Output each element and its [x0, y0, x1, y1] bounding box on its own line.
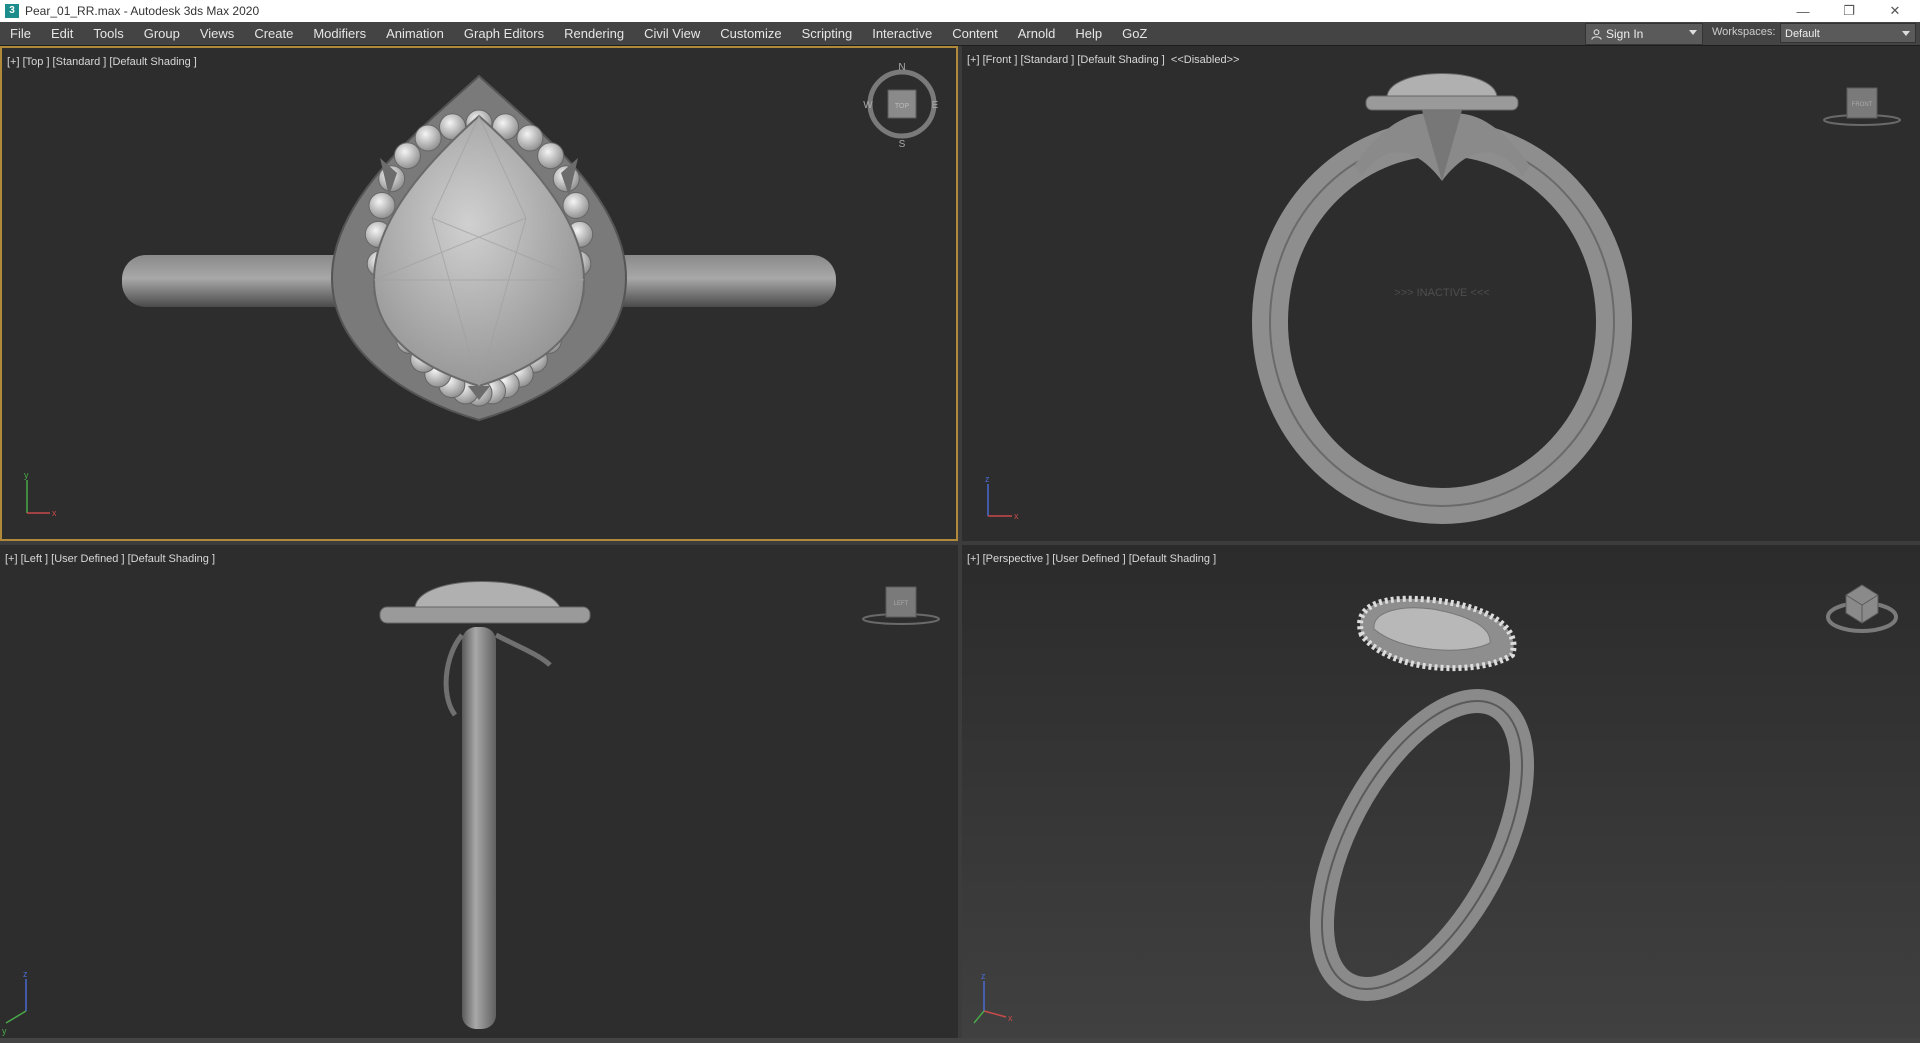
axis-z-label: z — [23, 969, 28, 979]
menu-modifiers[interactable]: Modifiers — [303, 22, 376, 45]
minimize-icon[interactable]: — — [1780, 0, 1826, 22]
menu-arnold[interactable]: Arnold — [1008, 22, 1066, 45]
center-stone-side — [414, 581, 561, 608]
axis-x-label: x — [1014, 511, 1019, 521]
halo-stone — [368, 192, 396, 219]
viewport-label-top[interactable]: [+] [Top ] [Standard ] [Default Shading … — [7, 56, 197, 68]
sign-in-dropdown[interactable]: Sign In — [1585, 23, 1703, 45]
menu-edit[interactable]: Edit — [41, 22, 83, 45]
workspaces-label: Workspaces: — [1712, 26, 1776, 38]
menu-views[interactable]: Views — [190, 22, 244, 45]
svg-text:N: N — [898, 62, 905, 73]
perspective-view-ring-render: z x — [973, 584, 1898, 1024]
left-view-ring-render: z y LEFT — [2, 581, 940, 1036]
svg-text:E: E — [932, 100, 939, 111]
window-title-bar: 3 Pear_01_RR.max - Autodesk 3ds Max 2020… — [0, 0, 1920, 22]
viewport-perspective[interactable]: z x [+] [Perspective ] [User Defined ] [… — [962, 545, 1920, 1038]
viewcube[interactable]: LEFT — [862, 586, 940, 625]
menu-create[interactable]: Create — [244, 22, 303, 45]
svg-text:TOP: TOP — [895, 103, 910, 110]
axis-y-label: y — [24, 470, 29, 480]
svg-text:FRONT: FRONT — [1852, 102, 1873, 108]
halo-side — [379, 606, 591, 624]
viewcube-compass[interactable]: TOP N S E W — [863, 62, 938, 150]
close-icon[interactable]: ✕ — [1872, 0, 1918, 22]
svg-text:S: S — [899, 139, 906, 150]
menu-file[interactable]: File — [0, 22, 41, 45]
menu-rendering[interactable]: Rendering — [554, 22, 634, 45]
viewport-label-perspective[interactable]: [+] [Perspective ] [User Defined ] [Defa… — [967, 553, 1216, 565]
center-stone-side — [1386, 73, 1498, 97]
top-view-ring-render: y x TOP N S E W — [24, 62, 939, 518]
menu-animation[interactable]: Animation — [376, 22, 454, 45]
menu-civil-view[interactable]: Civil View — [634, 22, 710, 45]
axis-x-label: x — [52, 508, 57, 518]
axis-y-label: y — [2, 1026, 7, 1036]
halo-stone — [516, 124, 544, 152]
viewport-label-left[interactable]: [+] [Left ] [User Defined ] [Default Sha… — [5, 553, 215, 565]
axis-z-label: z — [981, 971, 986, 981]
workspaces-select[interactable]: Default — [1780, 23, 1916, 43]
axis-z-label: z — [985, 474, 990, 484]
bottom-status-strip — [0, 1038, 1920, 1043]
menu-tools[interactable]: Tools — [83, 22, 133, 45]
axis-x-label: x — [1008, 1013, 1013, 1023]
chevron-down-icon — [1689, 30, 1697, 35]
ring-shank — [1252, 120, 1632, 524]
menu-customize[interactable]: Customize — [710, 22, 791, 45]
halo-stone — [414, 124, 442, 152]
menu-content[interactable]: Content — [942, 22, 1008, 45]
viewport-left[interactable]: z y LEFT [+] [Left ] [User Defined ] [De… — [0, 545, 958, 1038]
viewport-top[interactable]: y x TOP N S E W [+] [Top ] [Standard ] [… — [0, 46, 958, 541]
menu-interactive[interactable]: Interactive — [862, 22, 942, 45]
3ds-max-app-icon[interactable]: 3 — [5, 4, 19, 18]
halo-stone — [562, 192, 590, 219]
halo-side — [1365, 95, 1519, 111]
svg-text:W: W — [863, 100, 873, 111]
sign-in-label: Sign In — [1606, 27, 1644, 41]
halo-stone — [537, 142, 565, 170]
menu-goz[interactable]: GoZ — [1112, 22, 1157, 45]
ring-shank — [1309, 689, 1535, 1001]
menu-group[interactable]: Group — [134, 22, 190, 45]
user-icon — [1591, 28, 1602, 40]
chevron-down-icon — [1902, 31, 1910, 36]
ring-shank-side — [462, 627, 496, 1029]
svg-text:LEFT: LEFT — [894, 601, 909, 607]
menu-help[interactable]: Help — [1065, 22, 1112, 45]
halo-stone — [393, 142, 421, 170]
restore-icon[interactable]: ❐ — [1826, 0, 1872, 22]
inactive-text: >>> INACTIVE <<< — [1394, 287, 1489, 299]
window-title: Pear_01_RR.max - Autodesk 3ds Max 2020 — [25, 4, 260, 18]
workspaces-value: Default — [1785, 28, 1820, 40]
viewport-label-front[interactable]: [+] [Front ] [Standard ] [Default Shadin… — [967, 54, 1239, 66]
menu-scripting[interactable]: Scripting — [792, 22, 863, 45]
front-view-ring-render: >>> INACTIVE <<< z x FRONT — [985, 73, 1901, 524]
viewcube[interactable]: FRONT — [1823, 87, 1901, 126]
viewcube[interactable] — [1826, 584, 1898, 633]
menu-graph-editors[interactable]: Graph Editors — [454, 22, 554, 45]
viewport-front[interactable]: >>> INACTIVE <<< z x FRONT [+] [Front ] … — [962, 46, 1920, 541]
